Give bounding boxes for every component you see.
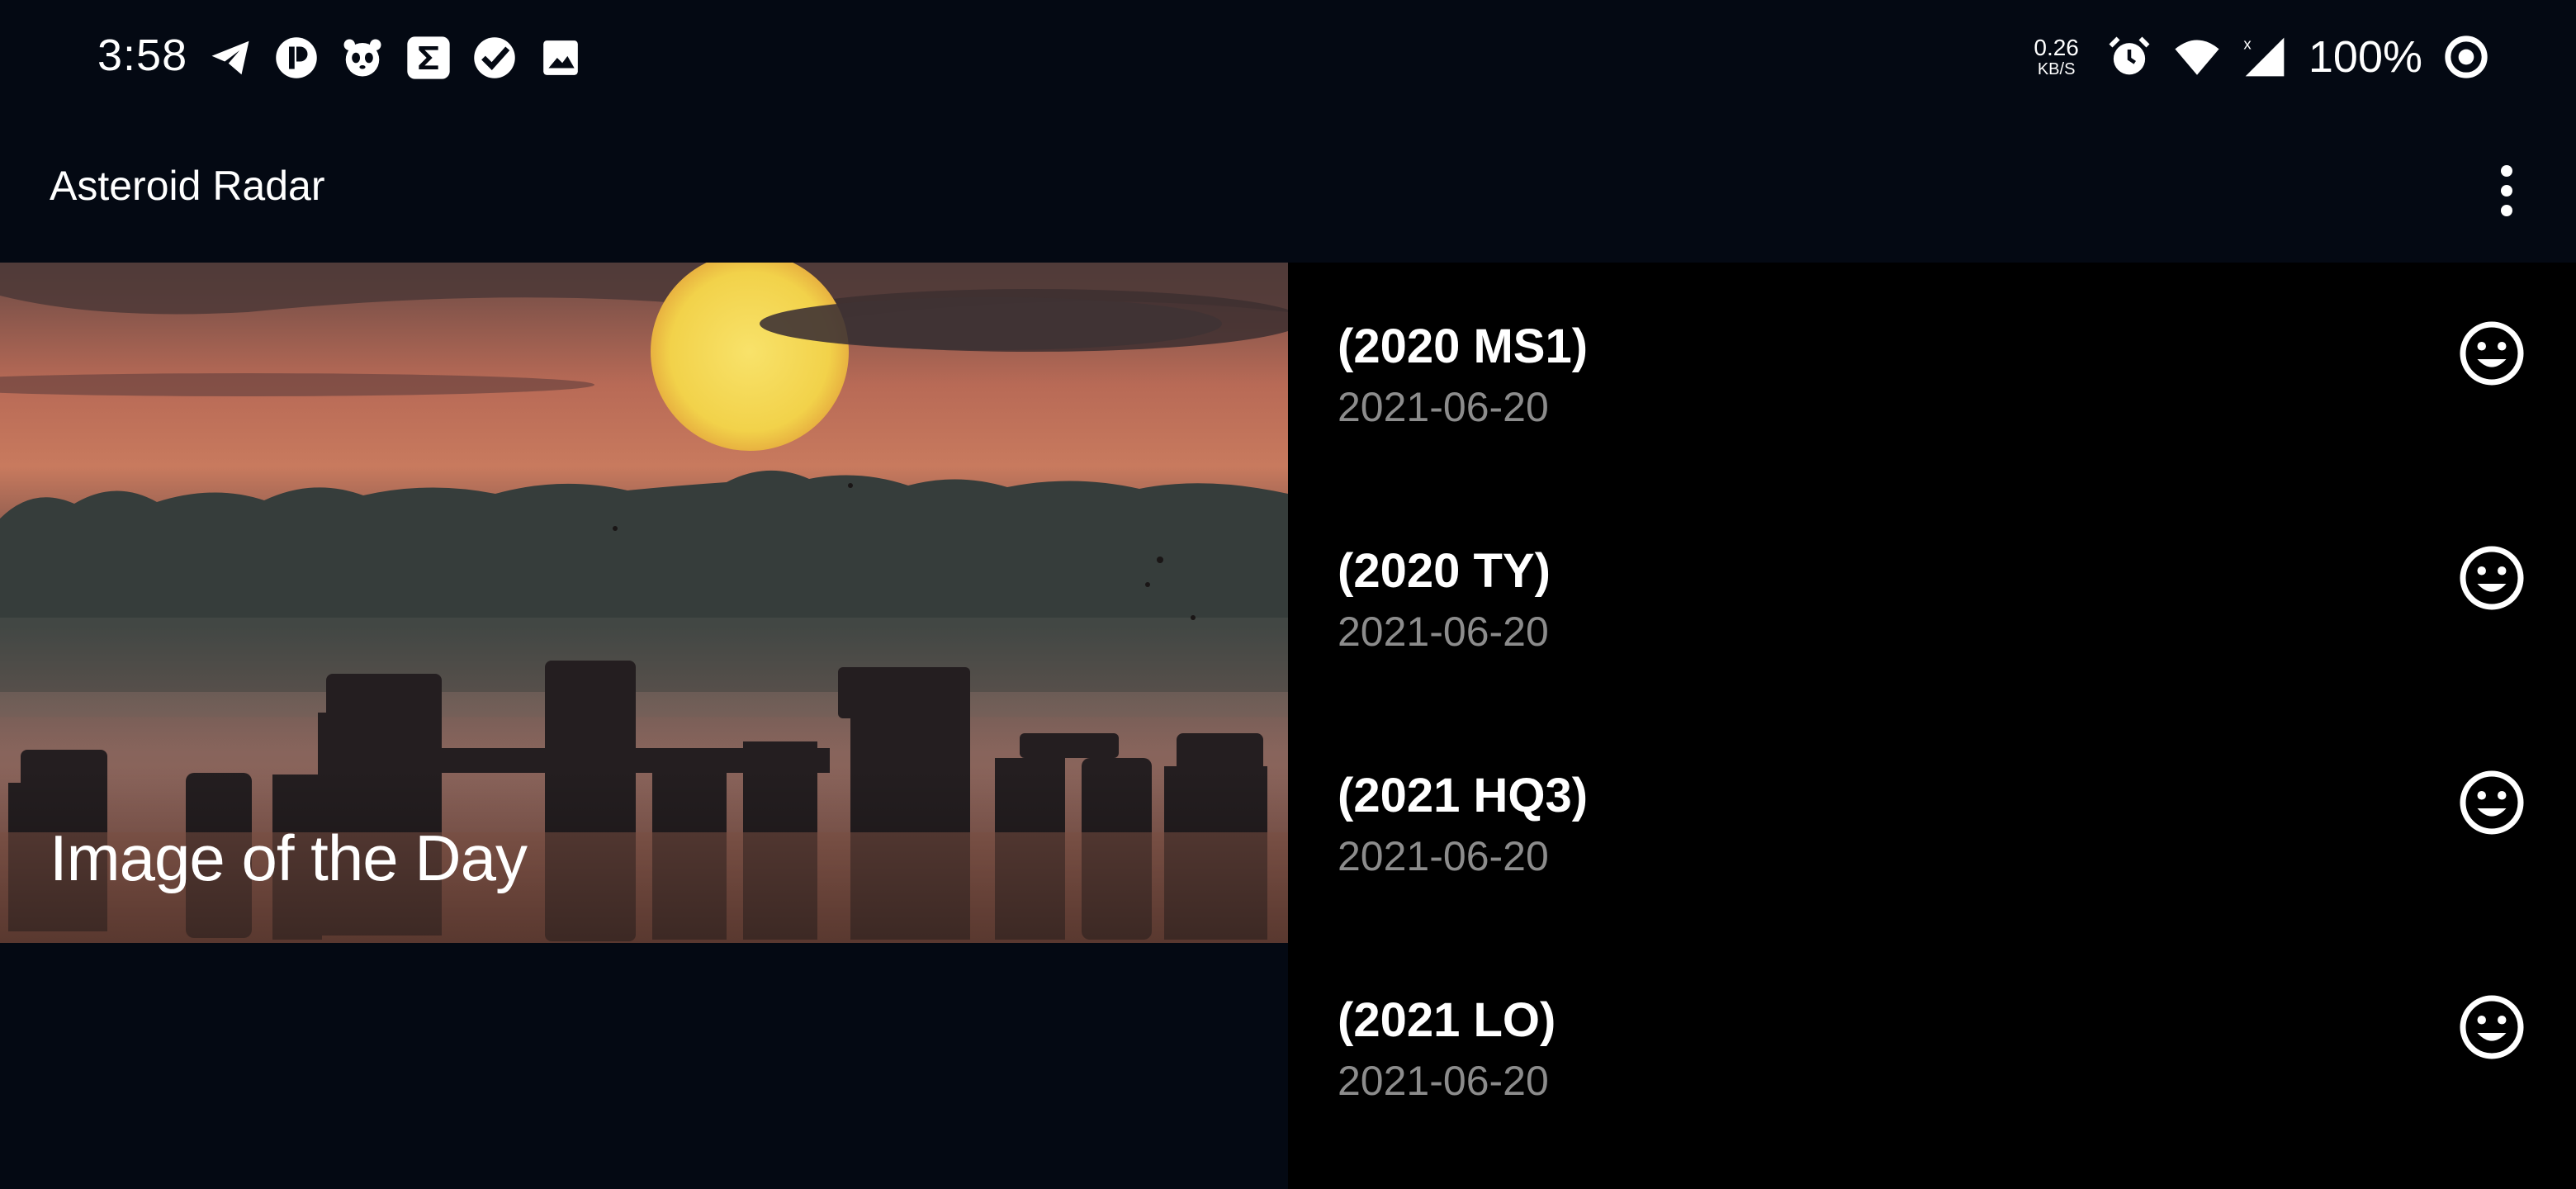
asteroid-date: 2021-06-20	[1338, 609, 1549, 655]
asteroid-list-item[interactable]: (2021 LO) 2021-06-20	[1288, 936, 2576, 1161]
app-title: Asteroid Radar	[50, 163, 325, 209]
status-bar: 3:58 0.26 KB/S x 100%	[0, 0, 2576, 116]
network-speed-value: 0.26	[2034, 35, 2079, 60]
app-bar: Asteroid Radar	[0, 116, 2576, 263]
check-badge-icon	[471, 34, 519, 82]
asteroid-date: 2021-06-20	[1338, 1058, 1549, 1104]
network-speed-unit: KB/S	[2037, 60, 2076, 78]
asteroid-code: (2021 HQ3)	[1338, 769, 1589, 822]
image-of-the-day[interactable]: Image of the Day	[0, 263, 1288, 943]
system-indicators: 0.26 KB/S x 100%	[2034, 30, 2490, 84]
signal-icon: x	[2241, 33, 2289, 81]
sigma-icon	[405, 34, 452, 82]
happy-face-icon	[2460, 321, 2524, 386]
asteroid-list-item[interactable]: (2021 HQ3) 2021-06-20	[1288, 712, 2576, 936]
asteroid-list: (2020 MS1) 2021-06-20 (2020 TY) 2021-06-…	[1288, 263, 2576, 1189]
status-time: 3:58	[97, 31, 188, 80]
more-vert-icon[interactable]	[2474, 154, 2540, 228]
asteroid-code: (2020 MS1)	[1338, 320, 1589, 373]
happy-face-icon	[2460, 546, 2524, 610]
wifi-icon	[2173, 33, 2221, 81]
panda-icon	[339, 34, 386, 82]
battery-ring-icon	[2442, 33, 2490, 81]
asteroid-code: (2020 TY)	[1338, 544, 1551, 598]
asteroid-list-item[interactable]: (2020 MS1) 2021-06-20	[1288, 263, 2576, 487]
image-icon	[537, 34, 585, 82]
alarm-icon	[2105, 33, 2153, 81]
asteroid-code: (2021 LO)	[1338, 993, 1556, 1047]
happy-face-icon	[2460, 770, 2524, 835]
left-empty-area	[0, 943, 1288, 1189]
telegram-icon	[206, 34, 254, 82]
battery-percent: 100%	[2308, 32, 2422, 82]
happy-face-icon	[2460, 995, 2524, 1059]
svg-text:x: x	[2243, 36, 2252, 53]
network-speed: 0.26 KB/S	[2034, 36, 2079, 78]
notification-icons	[206, 33, 585, 83]
asteroid-date: 2021-06-20	[1338, 384, 1549, 430]
app-icon	[272, 34, 320, 82]
image-of-the-day-label: Image of the Day	[50, 822, 528, 894]
asteroid-list-item[interactable]: (2020 TY) 2021-06-20	[1288, 487, 2576, 712]
asteroid-date: 2021-06-20	[1338, 833, 1549, 879]
